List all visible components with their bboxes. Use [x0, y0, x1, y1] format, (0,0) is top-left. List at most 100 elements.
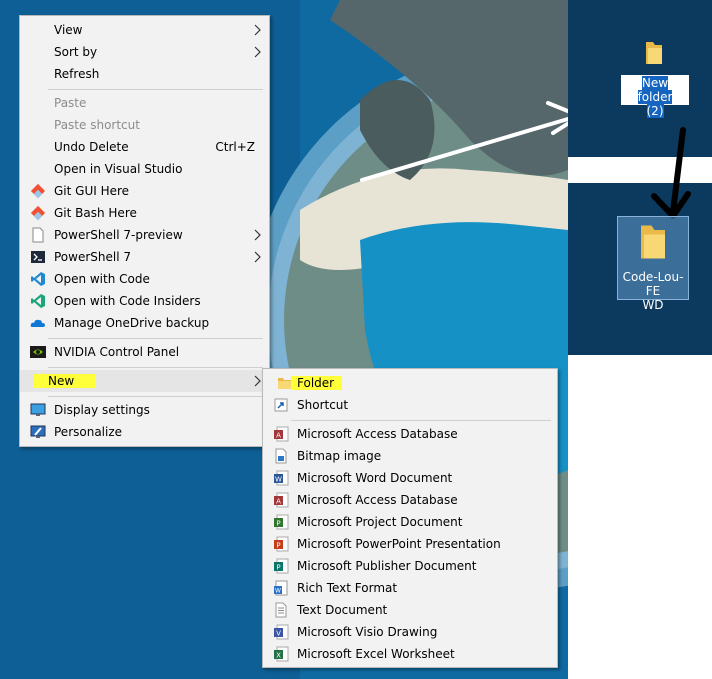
menu-item-sort-by[interactable]: Sort by	[20, 41, 269, 63]
menu-item-open-with-code[interactable]: Open with Code	[20, 268, 269, 290]
menu-item-paste[interactable]: Paste	[20, 92, 269, 114]
desktop-icon-label: New folder (2)	[637, 76, 673, 118]
menu-separator	[291, 420, 551, 421]
menu-item-manage-onedrive-backup[interactable]: Manage OneDrive backup	[20, 312, 269, 334]
folder-icon	[641, 225, 665, 259]
menu-item-paste-shortcut[interactable]: Paste shortcut	[20, 114, 269, 136]
chevron-right-icon	[254, 229, 261, 241]
menu-item-label: Microsoft Access Database	[297, 493, 458, 507]
submenu-item-rich-text-format[interactable]: W Rich Text Format	[263, 577, 557, 599]
menu-item-label: Microsoft Visio Drawing	[297, 625, 438, 639]
svg-text:W: W	[275, 476, 282, 484]
folder-icon	[646, 42, 662, 64]
bitmap-icon	[275, 448, 287, 464]
menu-item-label: PowerShell 7	[54, 250, 132, 264]
svg-text:P: P	[276, 520, 280, 528]
menu-item-label: Microsoft Publisher Document	[297, 559, 477, 573]
desktop-icon-label: Code-Lou-FE WD	[622, 270, 684, 312]
vscode-icon	[31, 272, 45, 286]
personalize-icon	[30, 425, 46, 438]
svg-text:W: W	[275, 588, 281, 595]
nvidia-icon	[30, 346, 46, 358]
powershell-icon	[31, 251, 45, 263]
git-icon	[30, 205, 46, 221]
menu-item-label: NVIDIA Control Panel	[54, 345, 180, 359]
menu-item-open-in-visual-studio[interactable]: Open in Visual Studio	[20, 158, 269, 180]
svg-text:X: X	[276, 652, 281, 660]
submenu-item-bitmap-image[interactable]: Bitmap image	[263, 445, 557, 467]
menu-separator	[48, 396, 263, 397]
document-icon	[32, 227, 44, 243]
text-document-icon	[275, 602, 287, 618]
menu-separator	[48, 89, 263, 90]
chevron-right-icon	[254, 251, 261, 263]
access-icon: A	[274, 492, 289, 508]
submenu-item-powerpoint-presentation[interactable]: P Microsoft PowerPoint Presentation	[263, 533, 557, 555]
svg-text:P: P	[276, 564, 280, 572]
menu-item-label: PowerShell 7-preview	[54, 228, 183, 242]
svg-text:A: A	[276, 432, 281, 440]
menu-item-refresh[interactable]: Refresh	[20, 63, 269, 85]
menu-item-git-gui-here[interactable]: Git GUI Here	[20, 180, 269, 202]
menu-item-new[interactable]: New	[20, 370, 269, 392]
menu-item-git-bash-here[interactable]: Git Bash Here	[20, 202, 269, 224]
chevron-right-icon	[254, 46, 261, 58]
menu-item-label: Paste shortcut	[54, 118, 140, 132]
menu-item-label: Git Bash Here	[54, 206, 137, 220]
publisher-icon: P	[274, 558, 289, 574]
menu-item-label: Git GUI Here	[54, 184, 130, 198]
menu-item-open-with-code-insiders[interactable]: Open with Code Insiders	[20, 290, 269, 312]
menu-item-personalize[interactable]: Personalize	[20, 421, 269, 443]
desktop-context-menu: View Sort by Refresh Paste Paste shortcu…	[19, 15, 270, 447]
annotation-arrow-black	[651, 127, 691, 219]
menu-item-nvidia-control-panel[interactable]: NVIDIA Control Panel	[20, 341, 269, 363]
svg-text:V: V	[276, 630, 281, 638]
submenu-item-text-document[interactable]: Text Document	[263, 599, 557, 621]
submenu-item-access-database-2[interactable]: A Microsoft Access Database	[263, 489, 557, 511]
menu-item-display-settings[interactable]: Display settings	[20, 399, 269, 421]
shortcut-icon	[274, 398, 288, 412]
wordpad-icon: W	[274, 580, 288, 596]
menu-item-label: Microsoft PowerPoint Presentation	[297, 537, 501, 551]
highlight-marker: Folder	[291, 376, 343, 390]
menu-item-label: Sort by	[54, 45, 98, 59]
svg-text:P: P	[276, 542, 280, 550]
submenu-item-word-document[interactable]: W Microsoft Word Document	[263, 467, 557, 489]
desktop-icon-new-folder[interactable]: New folder (2)	[618, 36, 692, 118]
menu-item-label: Open in Visual Studio	[54, 162, 183, 176]
submenu-item-access-database[interactable]: A Microsoft Access Database	[263, 423, 557, 445]
word-icon: W	[274, 470, 289, 486]
menu-item-label: Microsoft Excel Worksheet	[297, 647, 455, 661]
menu-item-label: New	[34, 370, 97, 392]
highlight-marker: New	[34, 374, 97, 388]
menu-item-view[interactable]: View	[20, 19, 269, 41]
menu-separator	[48, 367, 263, 368]
menu-item-label: Undo Delete	[54, 140, 129, 154]
menu-separator	[48, 338, 263, 339]
desktop-icon-rename-box[interactable]: New folder (2)	[621, 75, 689, 118]
menu-item-powershell-7-preview[interactable]: PowerShell 7-preview	[20, 224, 269, 246]
submenu-item-folder[interactable]: Folder	[263, 372, 557, 394]
menu-item-label: Open with Code Insiders	[54, 294, 201, 308]
submenu-item-shortcut[interactable]: Shortcut	[263, 394, 557, 416]
menu-item-powershell-7[interactable]: PowerShell 7	[20, 246, 269, 268]
access-icon: A	[274, 426, 289, 442]
excel-icon: X	[274, 646, 289, 662]
new-submenu: Folder Shortcut A Microsoft Access Datab…	[262, 368, 558, 668]
menu-item-label: Text Document	[297, 603, 388, 617]
menu-item-label: View	[54, 23, 83, 37]
submenu-item-publisher-document[interactable]: P Microsoft Publisher Document	[263, 555, 557, 577]
desktop-icon-code-lou-fewd[interactable]: Code-Lou-FE WD	[617, 216, 689, 312]
chevron-right-icon	[254, 24, 261, 36]
submenu-item-project-document[interactable]: P Microsoft Project Document	[263, 511, 557, 533]
menu-item-undo-delete[interactable]: Undo Delete Ctrl+Z	[20, 136, 269, 158]
menu-item-label: Microsoft Access Database	[297, 427, 458, 441]
submenu-item-visio-drawing[interactable]: V Microsoft Visio Drawing	[263, 621, 557, 643]
vscode-insiders-icon	[31, 294, 45, 308]
menu-item-label: Personalize	[54, 425, 123, 439]
display-icon	[30, 403, 46, 416]
menu-item-label: Open with Code	[54, 272, 150, 286]
menu-item-label: Manage OneDrive backup	[54, 316, 210, 330]
menu-item-label: Paste	[54, 96, 87, 110]
submenu-item-excel-worksheet[interactable]: X Microsoft Excel Worksheet	[263, 643, 557, 665]
